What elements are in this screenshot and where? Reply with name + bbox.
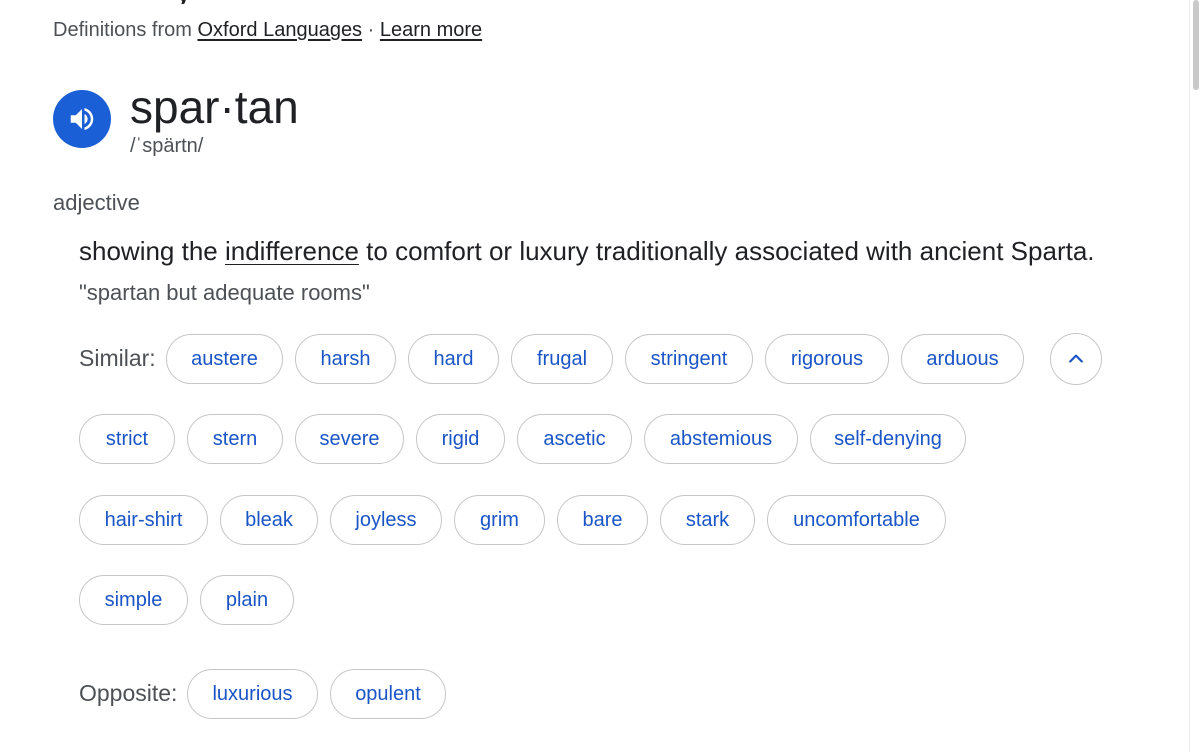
usage-example: "spartan but adequate rooms" (79, 280, 370, 305)
pronunciation-audio-button[interactable] (53, 90, 111, 148)
similar-chip-stark[interactable]: stark (660, 495, 755, 545)
similar-chip-strict[interactable]: strict (79, 414, 175, 464)
similar-chip-simple[interactable]: simple (79, 575, 188, 625)
similar-chip-grim[interactable]: grim (454, 495, 545, 545)
definition-text: showing the indifference to comfort or l… (79, 236, 1095, 267)
opposite-chip-luxurious[interactable]: luxurious (187, 669, 318, 719)
similar-chip-uncomfortable[interactable]: uncomfortable (767, 495, 946, 545)
similar-chip-severe[interactable]: severe (295, 414, 404, 464)
similar-chip-stern[interactable]: stern (187, 414, 283, 464)
pronunciation: /ˈspärtn/ (130, 135, 204, 157)
similar-chip-ascetic[interactable]: ascetic (517, 414, 632, 464)
similar-chip-arduous[interactable]: arduous (901, 334, 1024, 384)
similar-chip-austere[interactable]: austere (166, 334, 283, 384)
similar-chip-harsh[interactable]: harsh (295, 334, 396, 384)
collapse-similar-button[interactable] (1050, 333, 1102, 385)
definition-after: to comfort or luxury traditionally assoc… (358, 236, 1095, 266)
similar-chip-stringent[interactable]: stringent (625, 334, 753, 384)
similar-label: Similar: (79, 345, 156, 371)
similar-chip-bleak[interactable]: bleak (220, 495, 318, 545)
similar-chip-abstemious[interactable]: abstemious (644, 414, 798, 464)
headword: spar·tan (130, 81, 299, 133)
similar-chip-frugal[interactable]: frugal (511, 334, 613, 384)
similar-chip-bare[interactable]: bare (557, 495, 648, 545)
opposite-label: Opposite: (79, 680, 178, 706)
similar-chip-joyless[interactable]: joyless (330, 495, 442, 545)
source-prefix: Definitions from (53, 19, 192, 41)
definitions-source: Definitions from Oxford Languages · Lear… (53, 19, 482, 42)
opposite-chip-opulent[interactable]: opulent (330, 669, 446, 719)
source-separator: · (367, 19, 375, 41)
scrollbar-thumb[interactable] (1193, 0, 1199, 90)
similar-chip-hard[interactable]: hard (408, 334, 499, 384)
volume-up-icon (70, 108, 94, 130)
definition-link-indifference[interactable]: indifference (225, 236, 359, 266)
part-of-speech: adjective (53, 190, 140, 215)
similar-chip-self-denying[interactable]: self-denying (810, 414, 966, 464)
chevron-up-icon (1069, 354, 1083, 363)
definition-before: showing the (79, 236, 225, 266)
oxford-languages-link[interactable]: Oxford Languages (198, 19, 363, 41)
similar-chip-rigid[interactable]: rigid (416, 414, 505, 464)
learn-more-link[interactable]: Learn more (380, 19, 482, 41)
similar-chip-plain[interactable]: plain (200, 575, 294, 625)
similar-chip-hair-shirt[interactable]: hair-shirt (79, 495, 208, 545)
similar-chip-rigorous[interactable]: rigorous (765, 334, 889, 384)
cropped-previous-text: y (175, 0, 215, 4)
scrollbar[interactable] (1189, 0, 1200, 752)
